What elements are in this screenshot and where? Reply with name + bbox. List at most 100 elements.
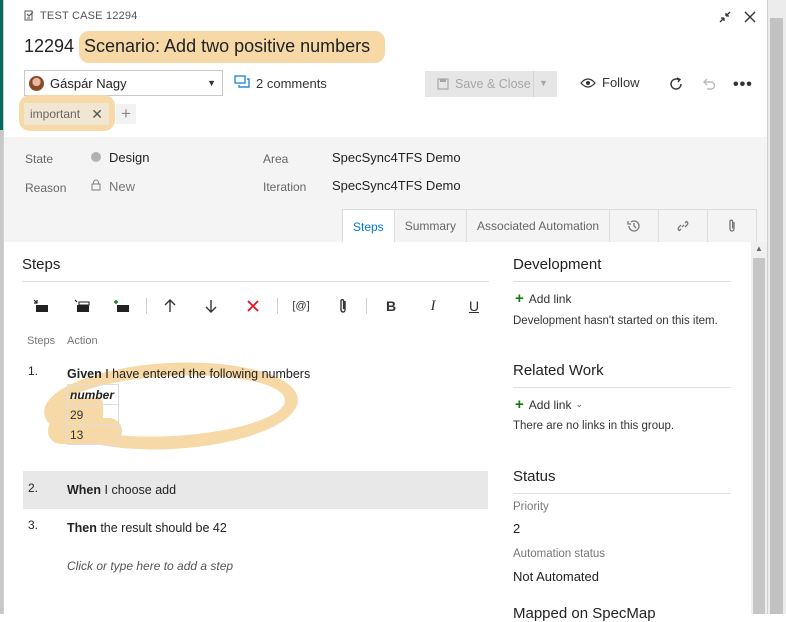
table-cell[interactable]: 29 [67, 404, 119, 425]
steps-column-header: Steps [27, 335, 56, 347]
more-actions-icon[interactable]: ••• [733, 76, 753, 94]
save-close-button[interactable]: Save & Close ▼ [425, 71, 557, 97]
content-scrollbar-thumb[interactable] [753, 258, 765, 614]
tab-steps[interactable]: Steps [342, 209, 395, 243]
add-related-link[interactable]: + Add link ⌄ [515, 396, 583, 413]
step-data-table[interactable]: number 29 13 [67, 384, 119, 445]
work-item-type-label: TEST CASE 12294 [40, 10, 138, 22]
state-label: State [25, 152, 54, 166]
tag-label: important [30, 107, 81, 121]
link-icon [677, 220, 689, 232]
plus-icon: + [515, 396, 524, 413]
toolbar-separator [277, 298, 278, 314]
attachment-icon [729, 219, 735, 232]
follow-label: Follow [602, 75, 640, 90]
divider [513, 493, 731, 494]
steps-heading: Steps [22, 256, 61, 273]
add-step-placeholder[interactable]: Click or type here to add a step [67, 559, 233, 573]
reason-label: Reason [25, 181, 67, 195]
step-text: the result should be 42 [96, 521, 227, 535]
step-text: I choose add [101, 483, 177, 497]
avatar [29, 75, 44, 91]
chevron-down-icon: ⌄ [575, 399, 584, 409]
create-shared-steps-icon[interactable] [112, 296, 132, 316]
work-item-title[interactable]: Scenario: Add two positive numbers [84, 36, 370, 57]
italic-icon[interactable]: I [423, 296, 443, 316]
work-item-id: 12294 [24, 36, 75, 56]
area-label: Area [263, 152, 289, 166]
tab-associated-automation[interactable]: Associated Automation [467, 209, 611, 242]
related-work-heading: Related Work [513, 362, 604, 379]
step-keyword: When [67, 483, 102, 497]
close-icon[interactable] [741, 8, 759, 26]
plus-icon: + [515, 290, 524, 307]
step-number: 3. [28, 518, 39, 532]
step-action[interactable]: Then the result should be 42 [67, 521, 227, 535]
add-link-label: Add link [528, 291, 572, 306]
toolbar-separator [366, 298, 367, 314]
tab-links[interactable] [659, 209, 709, 242]
underline-icon[interactable]: U [464, 296, 484, 316]
tab-summary[interactable]: Summary [394, 209, 468, 242]
add-development-link[interactable]: + Add link [515, 290, 571, 307]
priority-value[interactable]: 2 [513, 521, 520, 536]
save-icon [437, 78, 449, 90]
assignee-name: Gáspár Nagy [50, 75, 127, 91]
step-action[interactable]: When I choose add [67, 483, 176, 497]
tag-chip[interactable]: important ✕ [24, 103, 109, 125]
outer-scrollbar-thumb[interactable] [770, 18, 783, 614]
tab-bar: Steps Summary Associated Automation [342, 209, 758, 243]
table-header-cell[interactable]: number [67, 384, 119, 405]
collapse-icon[interactable] [716, 8, 734, 26]
iteration-value[interactable]: SpecSync4TFS Demo [332, 178, 461, 193]
action-column-header: Action [67, 335, 98, 347]
step-text: I have entered the following numbers [101, 367, 311, 381]
comments-icon [234, 75, 250, 88]
automation-status-value: Not Automated [513, 569, 599, 584]
delete-icon[interactable] [243, 296, 263, 316]
area-value[interactable]: SpecSync4TFS Demo [332, 150, 461, 165]
automation-status-label: Automation status [513, 548, 606, 560]
save-close-label: Save & Close [455, 77, 531, 91]
close-icon[interactable]: ✕ [91, 106, 103, 123]
table-cell[interactable]: 13 [67, 424, 119, 445]
follow-button[interactable]: Follow [580, 75, 640, 90]
lock-icon [91, 179, 101, 191]
test-case-icon [24, 10, 34, 21]
insert-shared-steps-icon[interactable] [72, 296, 92, 316]
add-tag-button[interactable]: + [116, 104, 136, 124]
add-link-label: Add link [528, 397, 572, 412]
bold-icon[interactable]: B [381, 296, 401, 316]
toolbar-separator [146, 298, 147, 314]
step-action[interactable]: Given I have entered the following numbe… [67, 367, 310, 381]
status-heading: Status [513, 468, 556, 485]
save-divider [533, 71, 534, 97]
tab-history[interactable] [610, 209, 660, 242]
reason-value: New [109, 179, 136, 194]
refresh-icon[interactable] [668, 76, 684, 92]
insert-parameter-icon[interactable]: [@] [290, 296, 312, 316]
eye-icon [580, 77, 596, 88]
insert-step-icon[interactable] [31, 296, 51, 316]
chevron-down-icon[interactable]: ▼ [539, 78, 548, 88]
undo-icon[interactable] [701, 76, 717, 92]
scroll-up-icon[interactable]: ▲ [751, 242, 767, 256]
development-empty-text: Development hasn't started on this item. [513, 315, 718, 327]
move-down-icon[interactable] [201, 296, 221, 316]
move-up-icon[interactable] [160, 296, 180, 316]
attach-icon[interactable] [333, 296, 353, 316]
chevron-down-icon: ▼ [207, 78, 216, 88]
divider [513, 387, 731, 388]
comments-link[interactable]: 2 comments [256, 76, 327, 91]
history-icon [627, 220, 640, 232]
assigned-to-picker[interactable]: Gáspár Nagy ▼ [24, 70, 223, 96]
divider [513, 281, 731, 282]
state-indicator [91, 152, 101, 162]
step-keyword: Given [67, 367, 102, 381]
step-number: 1. [28, 364, 39, 378]
state-value[interactable]: Design [109, 150, 149, 165]
iteration-label: Iteration [263, 180, 307, 194]
step-keyword: Then [67, 521, 97, 535]
divider [22, 281, 489, 282]
tab-attachments[interactable] [708, 209, 758, 242]
